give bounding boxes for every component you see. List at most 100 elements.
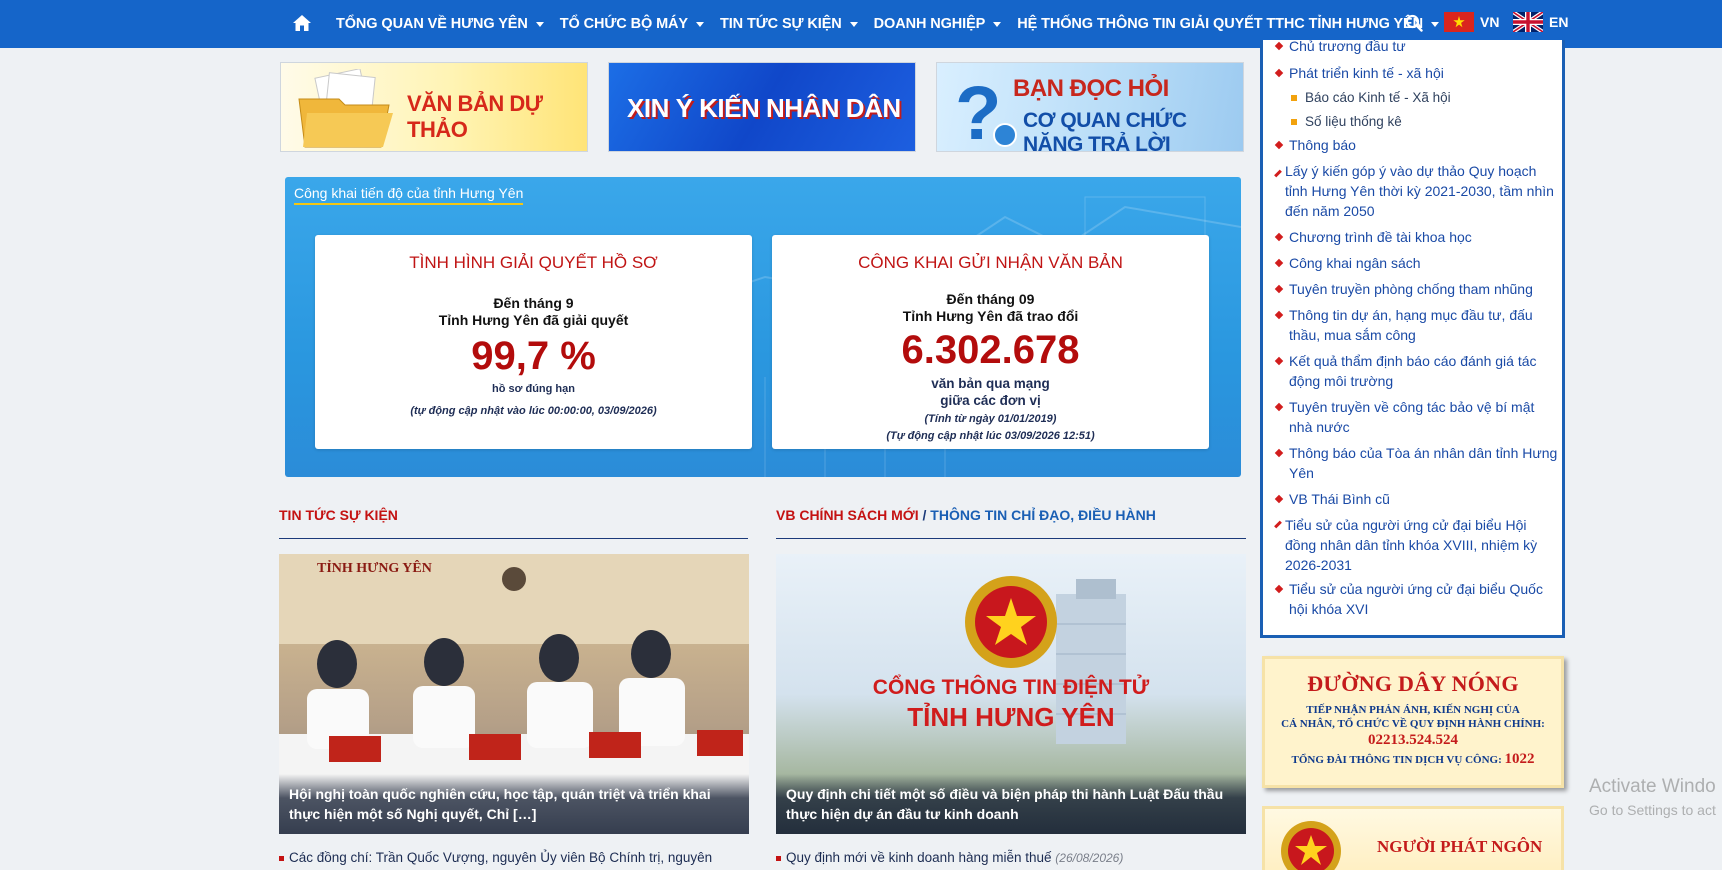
tab-new-policy[interactable]: VB CHÍNH SÁCH MỚI [776, 507, 919, 523]
windows-activation-hint: Go to Settings to act [1589, 802, 1716, 818]
card-title: TÌNH HÌNH GIẢI QUYẾT HỒ SƠ [409, 253, 658, 272]
pencil-icon [1274, 169, 1282, 178]
banner-label: XIN Ý KIẾN NHÂN DÂN [627, 93, 901, 123]
card-line: Đến tháng 09 [946, 291, 1035, 307]
section-divider [776, 538, 1246, 539]
banner-draft-documents[interactable]: VĂN BẢN DỰ THẢO [280, 62, 588, 152]
bullet-icon [1274, 68, 1284, 78]
sidebar-item-environment[interactable]: Kết quả thẩm định báo cáo đánh giá tác đ… [1289, 351, 1561, 391]
case-resolution-card[interactable]: TÌNH HÌNH GIẢI QUYẾT HỒ SƠ Đến tháng 9 T… [315, 235, 752, 449]
news-section-title[interactable]: TIN TỨC SỰ KIỆN [279, 507, 398, 523]
menu-item-organization[interactable]: TỔ CHỨC BỘ MÁY [560, 16, 704, 32]
bullet-icon [1274, 584, 1284, 594]
sidebar-item-planning-feedback[interactable]: Lấy ý kiến góp ý vào dự thảo Quy hoạch t… [1285, 161, 1557, 221]
bullet-icon [1274, 448, 1284, 458]
menu-item-admin-system[interactable]: HỆ THỐNG THÔNG TIN GIẢI QUYẾT TTHC TỈNH … [1017, 16, 1439, 32]
sidebar-item-court[interactable]: Thông báo của Tòa án nhân dân tỉnh Hưng … [1289, 443, 1561, 483]
bullet-icon [1274, 356, 1284, 366]
banner-public-opinion[interactable]: XIN Ý KIẾN NHÂN DÂN [608, 62, 916, 152]
language-label: EN [1549, 14, 1569, 30]
pencil-icon [1274, 520, 1282, 529]
card-title: CÔNG KHAI GỬI NHẬN VĂN BẢN [858, 253, 1123, 272]
news-list-item[interactable]: Quy định mới về kinh doanh hàng miễn thu… [776, 850, 1123, 865]
sidebar-item-assembly-candidates[interactable]: Tiểu sử của người ứng cử đại biểu Quốc h… [1289, 579, 1561, 619]
document-exchange-card[interactable]: CÔNG KHAI GỬI NHẬN VĂN BẢN Đến tháng 09 … [772, 235, 1209, 449]
uk-flag-icon [1513, 12, 1543, 32]
national-emblem-icon [1281, 821, 1341, 870]
bullet-icon [1274, 310, 1284, 320]
caret-down-icon [535, 21, 544, 27]
sidebar-item-investment[interactable]: Chủ trương đầu tư [1289, 36, 1561, 56]
menu-item-news[interactable]: TIN TỨC SỰ KIỆN [720, 16, 858, 32]
sidebar-item-announcement[interactable]: Thông báo [1289, 135, 1561, 155]
menu-item-label: DOANH NGHIỆP [873, 16, 986, 32]
caret-down-icon [696, 21, 704, 27]
banner-reader-questions[interactable]: ? BẠN ĐỌC HỎI CƠ QUAN CHỨC NĂNG TRẢ LỜI [936, 62, 1244, 152]
language-label: VN [1480, 14, 1500, 30]
banner-sublabel: CƠ QUAN CHỨC NĂNG TRẢ LỜI [1023, 109, 1187, 152]
policy-section-title: VB CHÍNH SÁCH MỚI / THÔNG TIN CHỈ ĐẠO, Đ… [776, 507, 1156, 523]
bullet-icon [1274, 41, 1284, 51]
bullet-icon [279, 855, 284, 861]
sidebar-item-science[interactable]: Chương trình đề tài khoa học [1289, 227, 1561, 247]
sidebar-subitem-statistics[interactable]: Số liệu thống kê [1305, 112, 1402, 132]
bullet-icon [1274, 140, 1284, 150]
bullet-icon [1274, 402, 1284, 412]
policy-photo-card[interactable]: CỔNG THÔNG TIN ĐIỆN TỬ TỈNH HƯNG YÊN Quy… [776, 554, 1246, 834]
sidebar-item-budget[interactable]: Công khai ngân sách [1289, 253, 1561, 273]
folder-icon [298, 69, 393, 148]
card-unit: giữa các đơn vị [940, 393, 1041, 408]
menu-item-label: TỔNG QUAN VỀ HƯNG YÊN [336, 16, 528, 32]
question-mark-icon: ? [955, 73, 1017, 149]
home-icon[interactable] [292, 14, 312, 32]
panel-title-link[interactable]: Công khai tiến độ của tỉnh Hưng Yên [294, 185, 524, 205]
spokesperson-title: NGƯỜI PHÁT NGÔN [1377, 837, 1543, 856]
tab-direction-info[interactable]: THÔNG TIN CHỈ ĐẠO, ĐIỀU HÀNH [930, 507, 1156, 523]
news-list-item[interactable]: Các đồng chí: Trần Quốc Vượng, nguyên Ủy… [279, 850, 712, 865]
sidebar-item-projects[interactable]: Thông tin dự án, hạng mục đầu tư, đấu th… [1289, 305, 1561, 345]
caret-down-icon [1430, 21, 1439, 27]
menu-item-overview[interactable]: TỔNG QUAN VỀ HƯNG YÊN [336, 16, 544, 32]
vietnam-flag-icon [1444, 12, 1474, 32]
bullet-icon [776, 855, 781, 861]
resolution-rate: 99,7 % [471, 334, 596, 378]
card-note: (Tính từ ngày 01/01/2019) [924, 413, 1057, 425]
hotline-title: ĐƯỜNG DÂY NÓNG [1307, 671, 1519, 696]
menu-item-label: HỆ THỐNG THÔNG TIN GIẢI QUYẾT TTHC TỈNH … [1017, 16, 1423, 32]
portal-name-line1: CỔNG THÔNG TIN ĐIỆN TỬ [873, 675, 1150, 699]
sidebar-item-state-secret[interactable]: Tuyên truyền về công tác bảo vệ bí mật n… [1289, 397, 1561, 437]
sidebar-item-development[interactable]: Phát triển kinh tế - xã hội [1289, 63, 1561, 83]
news-link-text: Quy định mới về kinh doanh hàng miễn thu… [786, 850, 1052, 865]
photo-sign-text: TỈNH HƯNG YÊN [317, 559, 432, 576]
caret-down-icon [993, 21, 1002, 27]
hotline-banner[interactable]: ĐƯỜNG DÂY NÓNG TIẾP NHẬN PHẢN ÁNH, KIẾN … [1262, 656, 1564, 788]
right-sidebar-menu: Chủ trương đầu tư Phát triển kinh tế - x… [1260, 38, 1565, 638]
menu-item-business[interactable]: DOANH NGHIỆP [874, 16, 1002, 32]
hotline-phone: 02213.524.524 [1368, 732, 1458, 748]
banner-label: VĂN BẢN DỰ THẢO [407, 91, 543, 142]
card-line: Tỉnh Hưng Yên đã trao đổi [902, 308, 1079, 324]
card-unit: văn bản qua mạng [931, 376, 1050, 391]
short-number: 1022 [1504, 751, 1535, 767]
card-line: Đến tháng 9 [493, 295, 574, 311]
spokesperson-banner[interactable]: NGƯỜI PHÁT NGÔN [1262, 806, 1564, 870]
hotline-text: CÁ NHÂN, TỔ CHỨC VỀ QUY ĐỊNH HÀNH CHÍNH: [1281, 718, 1545, 730]
sidebar-item-council-candidates[interactable]: Tiểu sử của người ứng cử đại biểu Hội đồ… [1285, 515, 1557, 575]
document-count: 6.302.678 [901, 328, 1080, 372]
portal-name-line2: TỈNH HƯNG YÊN [907, 702, 1114, 732]
news-date: (26/08/2026) [1055, 851, 1124, 865]
news-photo-card[interactable]: TỈNH HƯNG YÊN Hội nghị toàn quốc nghiên … [279, 554, 749, 834]
sidebar-item-anti-corruption[interactable]: Tuyên truyền phòng chống tham nhũng [1289, 279, 1561, 299]
bullet-icon [1274, 232, 1284, 242]
card-line: Tỉnh Hưng Yên đã giải quyết [438, 312, 629, 328]
hotline-text: TỔNG ĐÀI THÔNG TIN DỊCH VỤ CÔNG: [1291, 754, 1502, 766]
card-unit: hồ sơ đúng hạn [492, 383, 575, 395]
banner-label: BẠN ĐỌC HỎI [1013, 75, 1169, 102]
title-separator: / [922, 507, 927, 523]
language-vn[interactable]: VN [1444, 12, 1499, 32]
card-update-note: (Tự động cập nhật lúc 03/09/2026 12:51) [886, 430, 1095, 442]
language-en[interactable]: EN [1513, 12, 1568, 32]
sidebar-item-thai-binh[interactable]: VB Thái Bình cũ [1289, 489, 1561, 509]
search-icon[interactable] [1405, 14, 1423, 32]
sidebar-subitem-report[interactable]: Báo cáo Kinh tế - Xã hội [1305, 88, 1451, 108]
